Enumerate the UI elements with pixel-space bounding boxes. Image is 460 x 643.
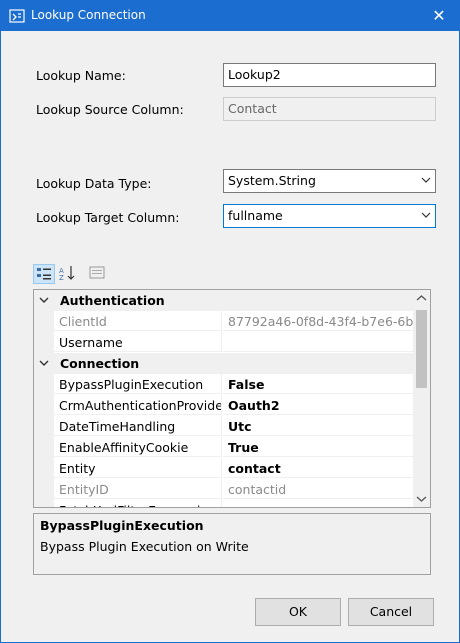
- lookup-source-input: Contact: [223, 97, 436, 121]
- property-row[interactable]: EntityID contactid: [34, 479, 414, 500]
- alphabetical-view-button[interactable]: A Z: [57, 264, 79, 284]
- property-row[interactable]: BypassPluginExecution False: [34, 374, 414, 395]
- property-name: EnableAffinityCookie: [54, 437, 222, 457]
- scroll-thumb[interactable]: [416, 310, 427, 388]
- title-bar[interactable]: Lookup Connection ✕: [1, 1, 459, 31]
- scroll-up-icon[interactable]: [416, 294, 427, 302]
- categorized-view-button[interactable]: [33, 264, 55, 284]
- property-row[interactable]: Username: [34, 332, 414, 353]
- property-value[interactable]: 87792a46-0f8d-43f4-b7e6-6b74: [223, 311, 414, 331]
- category-name: Authentication: [60, 293, 165, 308]
- property-row[interactable]: Entity contact: [34, 458, 414, 479]
- property-name: Username: [54, 332, 222, 352]
- vertical-scrollbar[interactable]: [413, 290, 430, 507]
- description-panel: BypassPluginExecution Bypass Plugin Exec…: [33, 513, 431, 575]
- svg-text:Z: Z: [59, 274, 64, 282]
- chevron-down-icon: [421, 212, 431, 218]
- chevron-collapse-icon: [39, 297, 49, 303]
- property-value[interactable]: False: [223, 374, 414, 394]
- lookup-source-label: Lookup Source Column:: [36, 102, 184, 117]
- property-name: EntityID: [54, 479, 222, 499]
- property-name: ClientId: [54, 311, 222, 331]
- scroll-down-icon[interactable]: [416, 495, 427, 503]
- property-value[interactable]: contactid: [223, 479, 414, 499]
- description-title: BypassPluginExecution: [40, 518, 204, 533]
- categorized-icon: [37, 268, 51, 280]
- property-name: FetchXmlFilterExpression: [54, 500, 222, 507]
- property-name: Entity: [54, 458, 222, 478]
- ok-button[interactable]: OK: [255, 598, 341, 626]
- cancel-button[interactable]: Cancel: [348, 598, 434, 626]
- property-value[interactable]: Oauth2: [223, 395, 414, 415]
- data-type-label: Lookup Data Type:: [36, 176, 152, 191]
- property-row[interactable]: FetchXmlFilterExpression: [34, 500, 414, 507]
- category-name: Connection: [60, 356, 140, 371]
- category-connection[interactable]: Connection: [34, 353, 414, 374]
- target-column-value: fullname: [228, 208, 283, 223]
- category-authentication[interactable]: Authentication: [34, 290, 414, 311]
- target-column-label: Lookup Target Column:: [36, 210, 180, 225]
- property-grid[interactable]: Authentication ClientId 87792a46-0f8d-43…: [33, 289, 431, 508]
- app-icon: [9, 9, 25, 23]
- sort-az-icon: A Z: [59, 266, 75, 282]
- property-name: BypassPluginExecution: [54, 374, 222, 394]
- dialog-window: Lookup Connection ✕ Lookup Name: Lookup2…: [0, 0, 460, 643]
- close-button[interactable]: ✕: [419, 1, 459, 31]
- property-pages-button[interactable]: [87, 264, 109, 284]
- data-type-select[interactable]: System.String: [223, 169, 436, 193]
- property-row[interactable]: CrmAuthenticationProvide Oauth2: [34, 395, 414, 416]
- data-type-value: System.String: [228, 173, 316, 188]
- chevron-down-icon: [421, 177, 431, 183]
- property-value[interactable]: [223, 332, 414, 352]
- property-pages-icon: [89, 266, 105, 279]
- target-column-select[interactable]: fullname: [223, 204, 436, 228]
- lookup-name-label: Lookup Name:: [36, 68, 126, 83]
- property-row[interactable]: DateTimeHandling Utc: [34, 416, 414, 437]
- property-value[interactable]: contact: [223, 458, 414, 478]
- property-value[interactable]: [223, 500, 414, 507]
- property-value[interactable]: True: [223, 437, 414, 457]
- chevron-collapse-icon: [39, 360, 49, 366]
- property-row[interactable]: ClientId 87792a46-0f8d-43f4-b7e6-6b74: [34, 311, 414, 332]
- property-row[interactable]: EnableAffinityCookie True: [34, 437, 414, 458]
- window-title: Lookup Connection: [31, 8, 146, 22]
- lookup-name-input[interactable]: Lookup2: [223, 63, 436, 87]
- property-value[interactable]: Utc: [223, 416, 414, 436]
- property-name: CrmAuthenticationProvide: [54, 395, 222, 415]
- description-text: Bypass Plugin Execution on Write: [40, 539, 249, 554]
- property-name: DateTimeHandling: [54, 416, 222, 436]
